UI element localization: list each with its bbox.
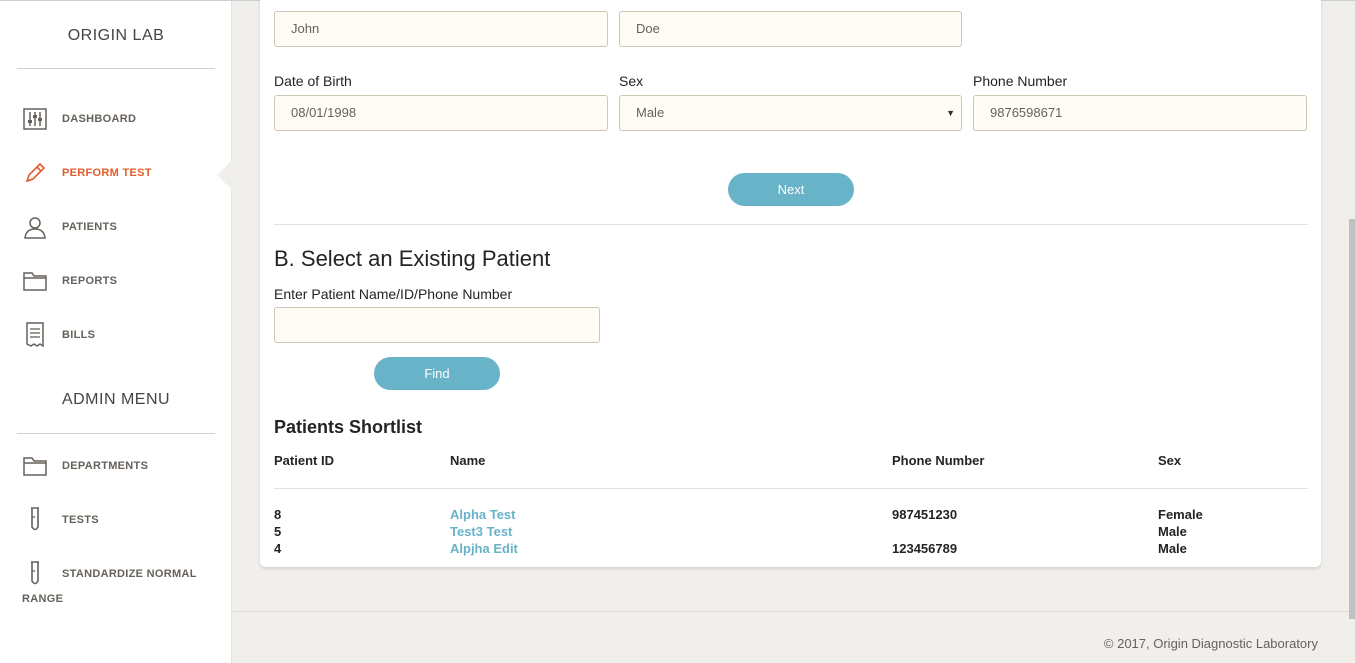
- sidebar-item-reports[interactable]: REPORTS: [22, 266, 222, 296]
- sex-cell: Male: [1158, 524, 1187, 539]
- sex-select[interactable]: Male ▼: [619, 95, 962, 131]
- column-header-phone: Phone Number: [892, 453, 985, 468]
- patient-id-cell: 4: [274, 541, 282, 556]
- receipt-icon: [22, 322, 48, 348]
- patient-id-cell: 5: [274, 524, 282, 539]
- sidebar-item-departments[interactable]: DEPARTMENTS: [22, 451, 222, 481]
- shortlist-title: Patients Shortlist: [274, 417, 423, 437]
- folder-icon: [22, 453, 48, 479]
- folder-icon: [22, 268, 48, 294]
- chevron-down-icon: ▼: [946, 108, 955, 118]
- sex-label: Sex: [619, 73, 644, 89]
- sidebar-item-label: BILLS: [62, 329, 96, 341]
- sidebar-item-label: DEPARTMENTS: [62, 460, 149, 472]
- sidebar: ORIGIN LAB DASHBOARD PERFORM TEST PATIEN…: [0, 1, 233, 663]
- test-tube-icon: [22, 507, 48, 533]
- sidebar-item-tests[interactable]: TESTS: [22, 505, 222, 535]
- patient-search-input[interactable]: [274, 307, 600, 343]
- phone-cell: 987451230: [892, 507, 958, 522]
- table-header-divider: [274, 488, 1308, 489]
- dob-label: Date of Birth: [274, 73, 352, 89]
- sex-cell: Female: [1158, 507, 1203, 522]
- test-tube-icon: [22, 561, 48, 587]
- sidebar-item-perform-test[interactable]: PERFORM TEST: [22, 158, 222, 188]
- pencil-icon: [22, 160, 48, 186]
- active-indicator: [217, 159, 233, 191]
- last-name-field[interactable]: Doe: [619, 11, 962, 47]
- sidebar-item-label: DASHBOARD: [62, 113, 137, 125]
- user-icon: [22, 214, 48, 240]
- column-header-sex: Sex: [1158, 453, 1182, 468]
- sex-cell: Male: [1158, 541, 1187, 556]
- patient-search-label: Enter Patient Name/ID/Phone Number: [274, 286, 513, 302]
- patient-name-link[interactable]: Alpjha Edit: [450, 541, 518, 556]
- sliders-icon: [22, 106, 48, 132]
- phone-field[interactable]: 9876598671: [973, 95, 1307, 131]
- sidebar-item-label: STANDARDIZE NORMAL: [62, 568, 197, 580]
- column-header-name: Name: [450, 453, 486, 468]
- sidebar-item-dashboard[interactable]: DASHBOARD: [22, 104, 222, 134]
- existing-patient-title: B. Select an Existing Patient: [274, 246, 551, 271]
- scrollbar[interactable]: [1349, 219, 1355, 619]
- first-name-field[interactable]: John: [274, 11, 608, 47]
- sidebar-item-standardize-normal-range[interactable]: STANDARDIZE NORMAL: [22, 559, 222, 589]
- sidebar-item-label: REPORTS: [62, 275, 118, 287]
- patient-name-link[interactable]: Alpha Test: [450, 507, 516, 522]
- patient-id-cell: 8: [274, 507, 282, 522]
- patient-form-card: John Doe Date of Birth Sex Phone Number …: [260, 0, 1321, 567]
- brand-logo[interactable]: ORIGIN LAB: [17, 1, 215, 69]
- sidebar-item-patients[interactable]: PATIENTS: [22, 212, 222, 242]
- column-header-patient-id: Patient ID: [274, 453, 334, 468]
- footer-divider: [233, 611, 1355, 612]
- dob-field[interactable]: 08/01/1998: [274, 95, 608, 131]
- footer-copyright: © 2017, Origin Diagnostic Laboratory: [1103, 636, 1318, 651]
- phone-label: Phone Number: [973, 73, 1068, 89]
- section-divider: [274, 224, 1308, 225]
- find-button[interactable]: Find: [374, 357, 500, 390]
- phone-cell: 123456789: [892, 541, 958, 556]
- sidebar-item-label: TESTS: [62, 514, 99, 526]
- admin-menu-title: ADMIN MENU: [17, 371, 215, 434]
- sidebar-item-bills[interactable]: BILLS: [22, 320, 222, 350]
- sidebar-item-label-continued[interactable]: RANGE: [22, 593, 63, 605]
- sex-select-value: Male: [636, 105, 665, 120]
- sidebar-item-label: PERFORM TEST: [62, 167, 152, 179]
- sidebar-item-label: PATIENTS: [62, 221, 118, 233]
- patient-name-link[interactable]: Test3 Test: [450, 524, 512, 539]
- next-button[interactable]: Next: [728, 173, 854, 206]
